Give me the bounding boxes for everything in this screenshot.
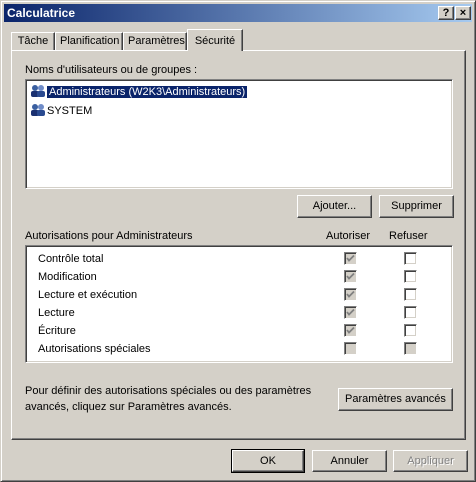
close-icon: × xyxy=(459,7,467,19)
permission-label: Lecture xyxy=(38,307,75,319)
tab-tache[interactable]: Tâche xyxy=(11,32,55,50)
deny-checkbox[interactable] xyxy=(404,288,417,301)
tab-securite[interactable]: Sécurité xyxy=(187,29,243,51)
window-title: Calculatrice xyxy=(7,6,76,20)
allow-checkbox[interactable] xyxy=(344,270,357,283)
permissions-header: Autorisations pour Administrateurs xyxy=(25,230,193,242)
allow-checkbox[interactable] xyxy=(344,324,357,337)
cancel-button[interactable]: Annuler xyxy=(312,450,387,472)
allow-header: Autoriser xyxy=(326,230,371,242)
group-icon xyxy=(31,85,45,97)
allow-checkbox[interactable] xyxy=(344,342,357,355)
deny-header: Refuser xyxy=(389,230,428,242)
group-icon xyxy=(31,104,45,116)
list-item-system[interactable]: SYSTEM xyxy=(30,103,92,119)
help-button[interactable]: ? xyxy=(438,6,454,20)
tab-planification[interactable]: Planification xyxy=(55,32,123,50)
advanced-text-line1: Pour définir des autorisations spéciales… xyxy=(25,385,312,397)
deny-checkbox[interactable] xyxy=(404,324,417,337)
check-icon xyxy=(346,290,355,298)
allow-checkbox[interactable] xyxy=(344,288,357,301)
tab-parametres[interactable]: Paramètres xyxy=(123,32,187,50)
check-icon xyxy=(346,254,355,262)
deny-checkbox[interactable] xyxy=(404,306,417,319)
user-name: SYSTEM xyxy=(47,105,93,117)
users-label: Noms d'utilisateurs ou de groupes : xyxy=(25,64,198,76)
permission-label: Modification xyxy=(38,271,97,283)
list-item-administrateurs[interactable]: Administrateurs (W2K3\Administrateurs) xyxy=(30,84,249,100)
close-button[interactable]: × xyxy=(455,6,471,20)
check-icon xyxy=(346,272,355,280)
title-bar[interactable]: Calculatrice ? × xyxy=(4,4,472,22)
users-list[interactable]: Administrateurs (W2K3\Administrateurs) S… xyxy=(25,79,453,189)
allow-checkbox[interactable] xyxy=(344,306,357,319)
permissions-list: Contrôle total Modification Lecture et exé… xyxy=(25,245,453,363)
check-icon xyxy=(346,326,355,334)
permission-label: Autorisations spéciales xyxy=(38,343,151,355)
permission-label: Contrôle total xyxy=(38,253,104,265)
check-icon xyxy=(346,308,355,316)
apply-button[interactable]: Appliquer xyxy=(393,450,468,472)
permission-label: Écriture xyxy=(38,325,76,337)
deny-checkbox[interactable] xyxy=(404,252,417,265)
advanced-button[interactable]: Paramètres avancés xyxy=(338,388,453,411)
permission-label: Lecture et exécution xyxy=(38,289,138,301)
deny-checkbox[interactable] xyxy=(404,342,417,355)
remove-button[interactable]: Supprimer xyxy=(379,195,454,218)
properties-dialog: Calculatrice ? × Tâche Planification Par… xyxy=(0,0,476,482)
add-button[interactable]: Ajouter... xyxy=(297,195,372,218)
ok-button[interactable]: OK xyxy=(231,449,305,473)
advanced-text-line2: avancés, cliquez sur Paramètres avancés. xyxy=(25,401,232,413)
allow-checkbox[interactable] xyxy=(344,252,357,265)
user-name: Administrateurs (W2K3\Administrateurs) xyxy=(45,85,249,99)
help-icon: ? xyxy=(442,7,450,19)
deny-checkbox[interactable] xyxy=(404,270,417,283)
